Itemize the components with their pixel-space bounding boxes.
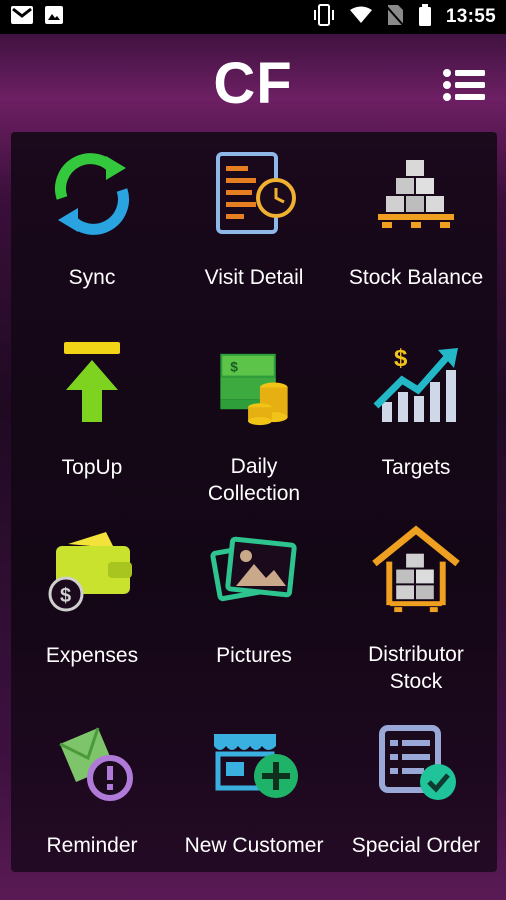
list-menu-icon bbox=[443, 69, 485, 101]
sync-icon bbox=[55, 153, 129, 235]
battery-icon bbox=[418, 3, 432, 31]
tile-visit-detail[interactable]: Visit Detail bbox=[173, 132, 335, 317]
svg-text:$: $ bbox=[394, 345, 408, 372]
tile-targets[interactable]: $ Targets bbox=[335, 322, 497, 507]
tile-label: Special Order bbox=[351, 834, 481, 857]
distributor-stock-icon bbox=[372, 525, 460, 613]
tile-expenses[interactable]: $ Expenses bbox=[11, 510, 173, 695]
menu-grid: Sync Visit Detail Stock Balance TopUp $ … bbox=[11, 132, 497, 872]
tile-reminder[interactable]: Reminder bbox=[11, 700, 173, 885]
tile-distributor-stock[interactable]: Distributor Stock bbox=[335, 510, 497, 695]
wifi-icon bbox=[349, 6, 372, 29]
visit-detail-icon bbox=[216, 152, 296, 234]
tile-label: New Customer bbox=[184, 834, 324, 857]
tile-daily-collection[interactable]: $ Daily Collection bbox=[173, 322, 335, 507]
tile-topup[interactable]: TopUp bbox=[11, 322, 173, 507]
special-order-icon bbox=[379, 725, 456, 800]
reminder-icon bbox=[59, 727, 133, 801]
tile-label: Targets bbox=[381, 456, 451, 479]
tile-pictures[interactable]: Pictures bbox=[173, 510, 335, 695]
svg-text:$: $ bbox=[230, 359, 238, 375]
gmail-icon bbox=[10, 5, 34, 30]
clock: 13:55 bbox=[445, 6, 496, 27]
app-title: CF bbox=[213, 50, 293, 116]
tile-sync[interactable]: Sync bbox=[11, 132, 173, 317]
tile-label: Reminder bbox=[46, 834, 138, 857]
tile-special-order[interactable]: Special Order bbox=[335, 700, 497, 885]
daily-collection-icon: $ bbox=[220, 353, 288, 426]
expenses-icon: $ bbox=[48, 532, 132, 612]
tile-label: Daily Collection bbox=[207, 455, 301, 505]
vibrate-icon bbox=[312, 3, 336, 31]
tile-label: Visit Detail bbox=[204, 266, 304, 289]
app-header: CF bbox=[0, 34, 506, 132]
topup-icon bbox=[64, 342, 120, 422]
tile-label: Stock Balance bbox=[348, 266, 484, 289]
tile-label: Expenses bbox=[45, 644, 139, 667]
tile-new-customer[interactable]: New Customer bbox=[173, 700, 335, 885]
tile-label: Distributor Stock bbox=[368, 643, 464, 693]
targets-icon: $ bbox=[373, 345, 458, 422]
no-sim-icon bbox=[386, 4, 404, 31]
svg-text:$: $ bbox=[60, 585, 71, 607]
image-notification-icon bbox=[44, 5, 64, 30]
tile-label: Pictures bbox=[216, 644, 292, 667]
tile-label: Sync bbox=[68, 266, 116, 289]
tile-stock-balance[interactable]: Stock Balance bbox=[335, 132, 497, 317]
menu-button[interactable] bbox=[442, 68, 486, 102]
tile-label: TopUp bbox=[61, 456, 123, 479]
status-bar: 13:55 bbox=[0, 0, 506, 34]
new-customer-icon bbox=[214, 734, 298, 798]
pictures-icon bbox=[210, 536, 297, 602]
stock-balance-icon bbox=[378, 160, 454, 228]
